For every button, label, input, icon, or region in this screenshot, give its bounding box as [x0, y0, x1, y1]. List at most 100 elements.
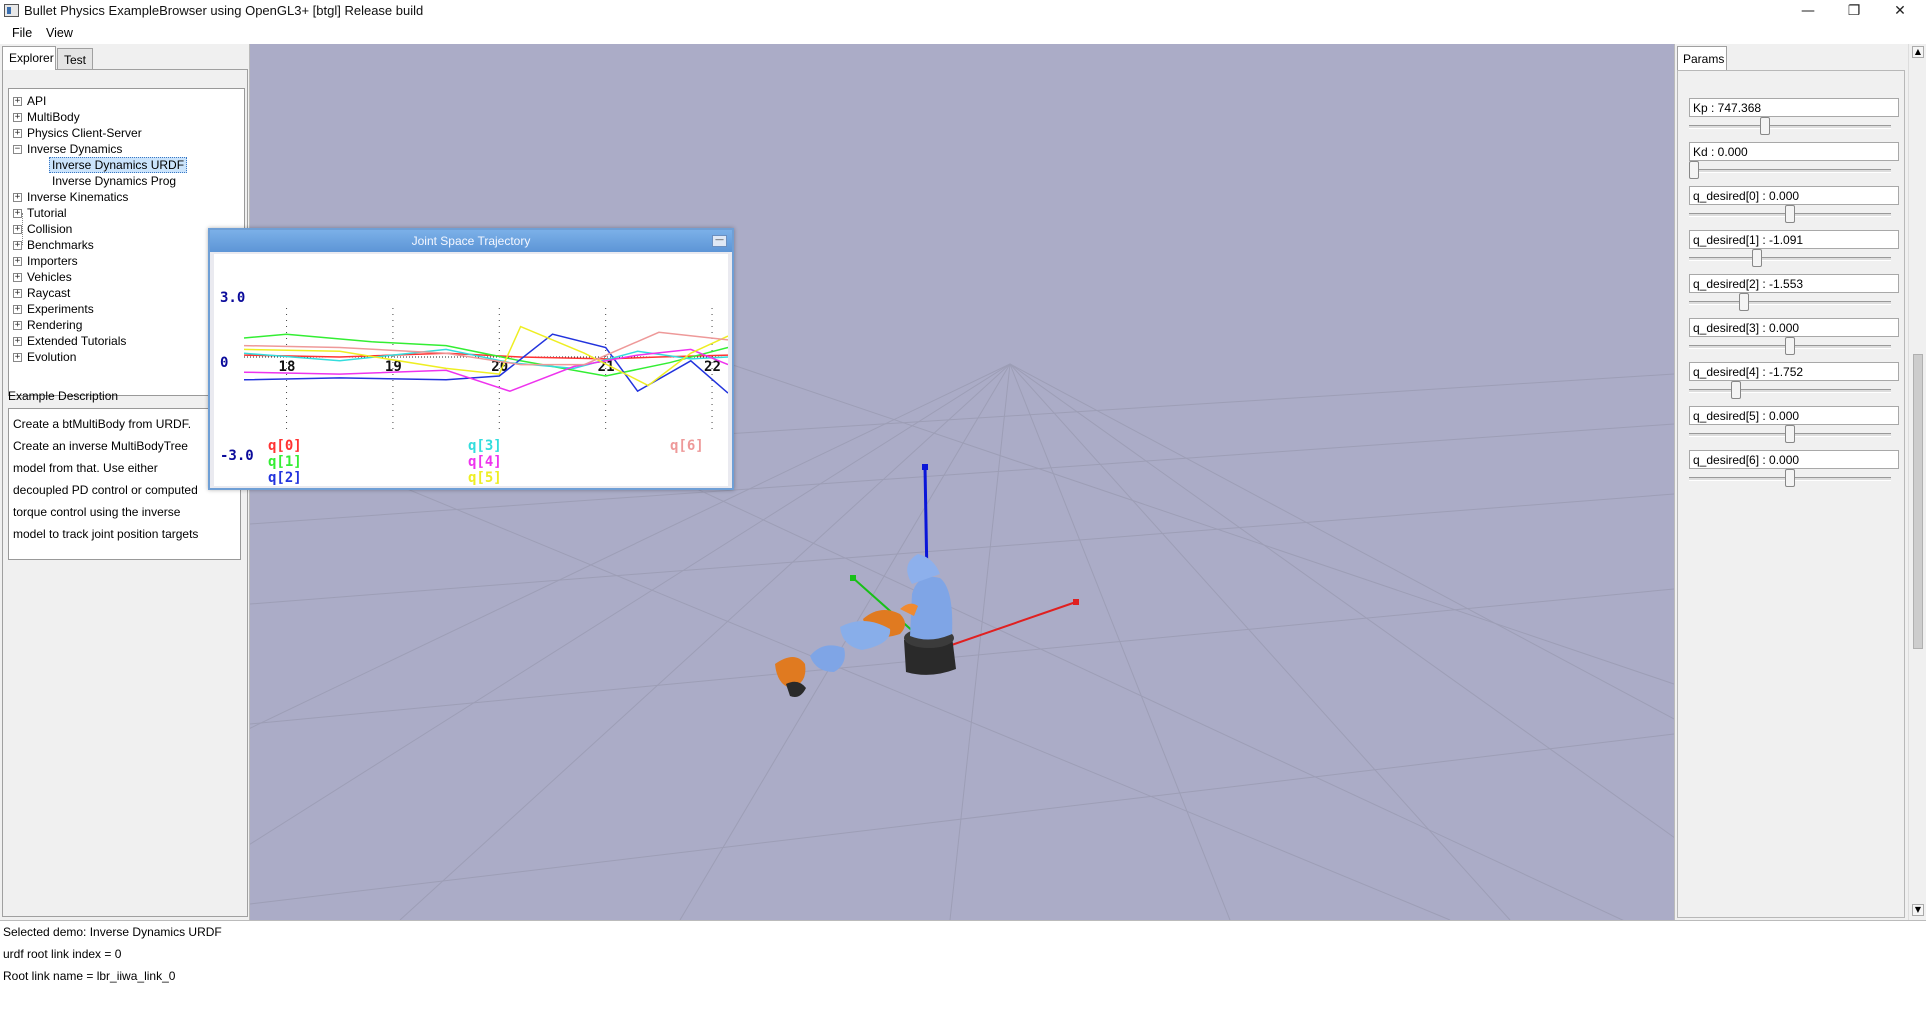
description-line: decoupled PD control or computed: [13, 483, 198, 497]
expand-icon[interactable]: +: [13, 128, 22, 138]
expand-icon[interactable]: +: [13, 304, 22, 314]
expand-icon[interactable]: +: [13, 272, 22, 282]
tree-item-vehicles[interactable]: + Vehicles: [13, 269, 72, 285]
tree-item-evolution[interactable]: + Evolution: [13, 349, 76, 365]
expand-icon[interactable]: +: [13, 336, 22, 346]
param-control: Kp : 747.368: [1689, 98, 1899, 135]
tab-explorer[interactable]: Explorer: [2, 46, 56, 70]
param-slider-thumb[interactable]: [1689, 161, 1699, 179]
param-value-field[interactable]: q_desired[1] : -1.091: [1689, 230, 1899, 249]
title-bar: Bullet Physics ExampleBrowser using Open…: [0, 0, 1926, 24]
scrollbar-thumb[interactable]: [1913, 354, 1923, 649]
param-slider-thumb[interactable]: [1785, 205, 1795, 223]
tree-item-tutorial[interactable]: + Tutorial: [13, 205, 67, 221]
scroll-up-icon[interactable]: ▲: [1912, 46, 1924, 58]
tab-test[interactable]: Test: [57, 48, 93, 70]
tree-item-physics-client-server[interactable]: + Physics Client-Server: [13, 125, 142, 141]
tree-item-experiments[interactable]: + Experiments: [13, 301, 94, 317]
minimize-icon[interactable]: —: [712, 235, 727, 247]
scroll-down-icon[interactable]: ▼: [1912, 904, 1924, 916]
param-slider[interactable]: [1689, 117, 1891, 135]
expand-icon[interactable]: +: [13, 288, 22, 298]
param-slider-thumb[interactable]: [1785, 337, 1795, 355]
restore-icon: ❐: [1847, 3, 1861, 19]
param-slider-thumb[interactable]: [1738, 293, 1749, 311]
param-slider[interactable]: [1689, 249, 1891, 267]
expand-icon[interactable]: +: [13, 256, 22, 266]
param-slider-thumb[interactable]: [1752, 249, 1763, 267]
description-line: model from that. Use either: [13, 461, 158, 475]
description-line: model to track joint position targets: [13, 527, 199, 541]
param-control: q_desired[1] : -1.091: [1689, 230, 1899, 267]
param-value-field[interactable]: q_desired[0] : 0.000: [1689, 186, 1899, 205]
param-value-field[interactable]: q_desired[3] : 0.000: [1689, 318, 1899, 337]
param-control: Kd : 0.000: [1689, 142, 1899, 179]
param-control: q_desired[0] : 0.000: [1689, 186, 1899, 223]
close-button[interactable]: ✕: [1877, 0, 1923, 22]
param-slider[interactable]: [1689, 293, 1891, 311]
tree-item-collision[interactable]: + Collision: [13, 221, 72, 237]
param-slider-thumb[interactable]: [1731, 381, 1742, 399]
param-value-field[interactable]: q_desired[5] : 0.000: [1689, 406, 1899, 425]
collapse-icon[interactable]: −: [13, 144, 22, 154]
expand-icon[interactable]: +: [13, 320, 22, 330]
vertical-scrollbar[interactable]: ▲ ▼: [1908, 44, 1926, 920]
tree-item-importers[interactable]: + Importers: [13, 253, 78, 269]
close-icon: ✕: [1894, 3, 1906, 19]
expand-icon[interactable]: +: [13, 352, 22, 362]
trajectory-window-title[interactable]: Joint Space Trajectory: [210, 230, 732, 252]
y-tick-label: 0: [220, 355, 228, 371]
param-control: q_desired[5] : 0.000: [1689, 406, 1899, 443]
minimize-button[interactable]: —: [1785, 0, 1831, 22]
param-slider-thumb[interactable]: [1785, 425, 1795, 443]
param-value-field[interactable]: q_desired[4] : -1.752: [1689, 362, 1899, 381]
expand-icon[interactable]: +: [13, 192, 22, 202]
param-slider[interactable]: [1689, 469, 1891, 487]
tree-item-inverse-dynamics-prog[interactable]: Inverse Dynamics Prog: [49, 173, 176, 189]
tree-item-inverse-dynamics[interactable]: − Inverse Dynamics: [13, 141, 122, 157]
param-value-field[interactable]: q_desired[2] : -1.553: [1689, 274, 1899, 293]
expand-icon[interactable]: +: [13, 112, 22, 122]
tree-item-inverse-kinematics[interactable]: + Inverse Kinematics: [13, 189, 128, 205]
app-icon: [4, 4, 19, 17]
y-tick-label: -3.0: [220, 448, 254, 464]
param-slider-thumb[interactable]: [1760, 117, 1771, 135]
tree-item-multibody[interactable]: + MultiBody: [13, 109, 80, 125]
trajectory-window[interactable]: Joint Space Trajectory — 18 19 20 21 22 3.0 0-…: [208, 228, 734, 490]
expand-icon[interactable]: +: [13, 208, 22, 218]
legend-label: q[4]: [468, 454, 502, 470]
tree-item-inverse-dynamics-urdf[interactable]: Inverse Dynamics URDF: [49, 157, 188, 173]
description-line: Create a btMultiBody from URDF.: [13, 417, 192, 431]
param-control: q_desired[3] : 0.000: [1689, 318, 1899, 355]
param-value-field[interactable]: Kp : 747.368: [1689, 98, 1899, 117]
param-value-field[interactable]: q_desired[6] : 0.000: [1689, 450, 1899, 469]
trajectory-plot: 18 19 20 21 22 3.0 0 -3.0 q[0] q[1] q[2] q[3] q[4] q[…: [214, 254, 729, 486]
param-slider[interactable]: [1689, 381, 1891, 399]
tree-item-rendering[interactable]: + Rendering: [13, 317, 82, 333]
menu-view[interactable]: View: [46, 26, 73, 40]
param-value-field[interactable]: Kd : 0.000: [1689, 142, 1899, 161]
param-control: q_desired[4] : -1.752: [1689, 362, 1899, 399]
x-axis-line: [939, 601, 1077, 650]
restore-button[interactable]: ❐: [1831, 0, 1877, 22]
legend-label: q[2]: [268, 470, 302, 486]
menu-file[interactable]: File: [12, 26, 32, 40]
param-slider[interactable]: [1689, 161, 1891, 179]
tree-item-api[interactable]: + API: [13, 93, 46, 109]
param-slider[interactable]: [1689, 337, 1891, 355]
expand-icon[interactable]: +: [13, 96, 22, 106]
param-slider[interactable]: [1689, 425, 1891, 443]
tree-item-benchmarks[interactable]: + Benchmarks: [13, 237, 94, 253]
minimize-icon: —: [1801, 3, 1815, 19]
tree-item-raycast[interactable]: + Raycast: [13, 285, 70, 301]
params-panel: Params Kp : 747.368 Kd : 0.000 q_desired[0…: [1674, 44, 1908, 920]
expand-icon[interactable]: +: [13, 224, 22, 234]
menu-bar: File View: [0, 24, 1926, 44]
param-slider[interactable]: [1689, 205, 1891, 223]
robot-arm: [775, 554, 956, 697]
param-slider-thumb[interactable]: [1785, 469, 1795, 487]
tab-params[interactable]: Params: [1677, 46, 1727, 70]
console-line: Selected demo: Inverse Dynamics URDF: [3, 925, 222, 939]
expand-icon[interactable]: +: [13, 240, 22, 250]
tree-item-extended-tutorials[interactable]: + Extended Tutorials: [13, 333, 126, 349]
